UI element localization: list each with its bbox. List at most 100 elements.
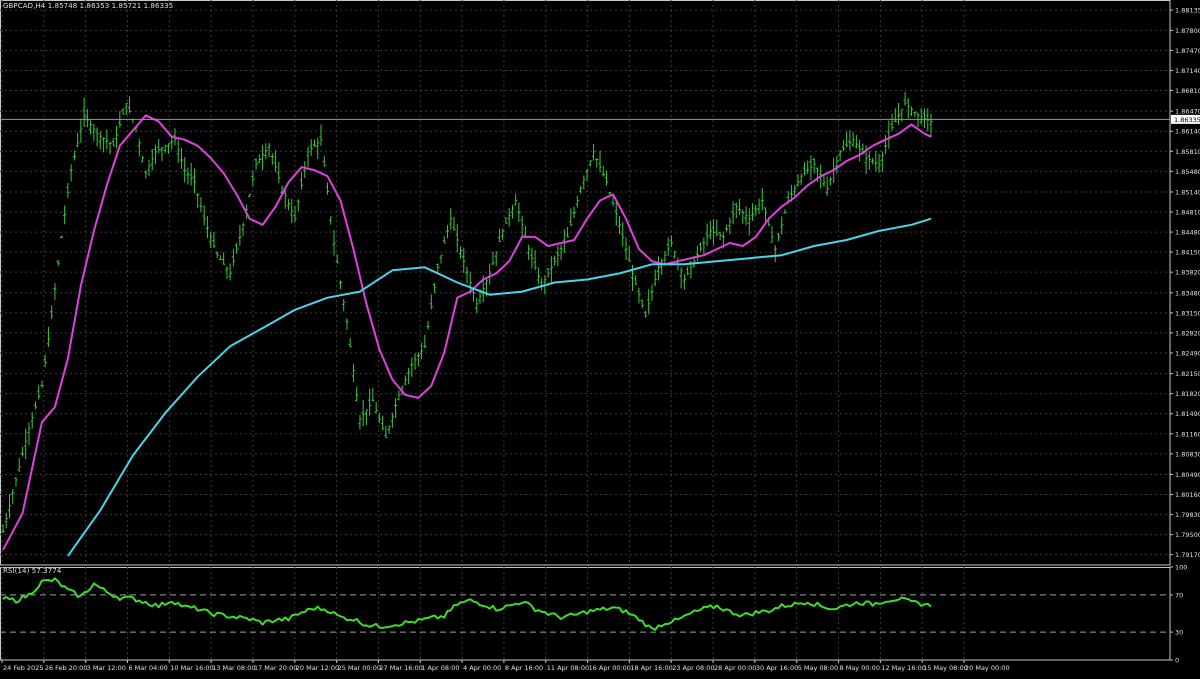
- price-bar: [497, 228, 502, 242]
- price-bar: [108, 141, 112, 155]
- price-tick-label: 1.82490: [1175, 349, 1200, 357]
- price-bar: [124, 102, 128, 116]
- price-bar: [374, 401, 378, 414]
- price-bar: [166, 143, 171, 154]
- chart-window[interactable]: 1.88135 1.87800 1.87470 1.87140 1.86810 1.864…: [0, 0, 1200, 675]
- time-tick-label: 16 Apr 00:00: [589, 664, 631, 672]
- price-bar: [290, 198, 294, 224]
- price-bar: [686, 266, 690, 276]
- price-bar: [251, 170, 255, 187]
- price-bar: [63, 205, 67, 225]
- price-bar: [192, 168, 197, 194]
- price-bar: [737, 198, 742, 216]
- price-bar: [140, 155, 145, 163]
- price-bar: [157, 138, 161, 154]
- time-tick-label: 27 Mar 16:00: [379, 664, 422, 672]
- price-bar: [368, 388, 372, 416]
- price-bar: [312, 139, 317, 147]
- price-bar: [627, 245, 631, 262]
- price-bar: [699, 242, 703, 252]
- price-bar: [770, 226, 774, 243]
- price-bar: [40, 380, 44, 388]
- price-tick-label: 1.79170: [1175, 551, 1200, 559]
- price-bar: [845, 131, 849, 148]
- price-bar: [436, 263, 440, 273]
- price-bar: [37, 385, 41, 400]
- price-bar: [802, 162, 807, 176]
- price-bar: [69, 164, 73, 182]
- price-tick-label: 1.83820: [1175, 269, 1200, 277]
- price-bar: [695, 245, 699, 261]
- price-bar: [92, 123, 96, 142]
- price-tick-label: 1.86140: [1175, 128, 1200, 136]
- price-tick-label: 1.79830: [1175, 511, 1200, 519]
- price-bar: [319, 124, 323, 146]
- price-bar: [523, 225, 528, 238]
- price-bar: [222, 252, 226, 265]
- price-bar: [199, 197, 203, 212]
- price-bar: [176, 137, 180, 163]
- price-bar: [429, 294, 433, 310]
- time-tick-label: 13 Mar 08:00: [212, 664, 255, 672]
- price-bar: [303, 161, 307, 178]
- price-bar: [731, 201, 735, 224]
- price-bar: [776, 232, 781, 242]
- price-tick-label: 1.84150: [1175, 249, 1200, 257]
- price-bar: [189, 162, 193, 186]
- price-bar: [348, 337, 352, 348]
- time-tick-label: 26 Feb 20:00: [45, 664, 88, 672]
- price-bar: [741, 209, 745, 224]
- price-bar: [4, 512, 8, 529]
- price-bar: [572, 206, 576, 219]
- price-bar: [929, 113, 933, 138]
- price-bar: [809, 155, 813, 181]
- current-price-label: 1.86335: [1174, 116, 1200, 124]
- price-bar: [270, 153, 274, 165]
- price-bar: [293, 206, 297, 223]
- price-bar: [413, 353, 417, 370]
- price-bar: [494, 251, 498, 267]
- price-bar: [913, 111, 917, 117]
- ohlc-label: 1.85748 1.86353 1.85721 1.86335: [47, 2, 174, 10]
- price-bar: [656, 256, 661, 281]
- price-bar: [851, 131, 855, 147]
- symbol-header: GBPCAD,H4 1.85748 1.86353 1.85721 1.8633…: [3, 2, 173, 10]
- price-chart[interactable]: 1.88135 1.87800 1.87470 1.87140 1.86810 1.864…: [0, 0, 1200, 675]
- price-bar: [549, 256, 553, 283]
- price-bar: [170, 136, 174, 150]
- price-tick-label: 1.80160: [1175, 491, 1200, 499]
- price-bar: [663, 251, 667, 266]
- price-bar: [640, 299, 644, 309]
- price-tick-label: 1.87800: [1175, 27, 1200, 35]
- price-bar: [744, 206, 748, 226]
- price-tick-label: 1.88135: [1175, 7, 1200, 15]
- symbol-label: GBPCAD,H4: [3, 2, 46, 10]
- price-bar: [296, 199, 300, 212]
- price-bar: [462, 247, 466, 273]
- price-bar: [95, 127, 99, 147]
- price-tick-label: 1.81820: [1175, 390, 1200, 398]
- price-bar: [114, 125, 119, 149]
- price-bar: [854, 135, 858, 149]
- price-bar: [598, 150, 602, 173]
- price-bar: [423, 334, 427, 349]
- price-tick-label: 1.80490: [1175, 471, 1200, 479]
- price-bar: [11, 489, 15, 505]
- price-bar: [858, 139, 862, 162]
- price-bar: [89, 120, 93, 135]
- price-bar: [715, 219, 719, 237]
- price-tick-label: 1.83480: [1175, 289, 1200, 297]
- price-bar: [520, 215, 524, 237]
- price-bar: [212, 231, 216, 249]
- price-bar: [601, 166, 605, 177]
- time-tick-label: 8 May 00:00: [840, 664, 880, 672]
- price-bar: [838, 149, 842, 161]
- price-bar: [439, 254, 443, 264]
- price-tick-label: 1.85140: [1175, 188, 1200, 196]
- price-bar: [111, 137, 115, 147]
- price-bar: [591, 144, 596, 161]
- price-bar: [488, 263, 492, 285]
- price-tick-label: 1.81490: [1175, 410, 1200, 418]
- time-tick-label: 30 Apr 16:00: [756, 664, 798, 672]
- time-tick-label: 24 Feb 2025: [3, 664, 43, 672]
